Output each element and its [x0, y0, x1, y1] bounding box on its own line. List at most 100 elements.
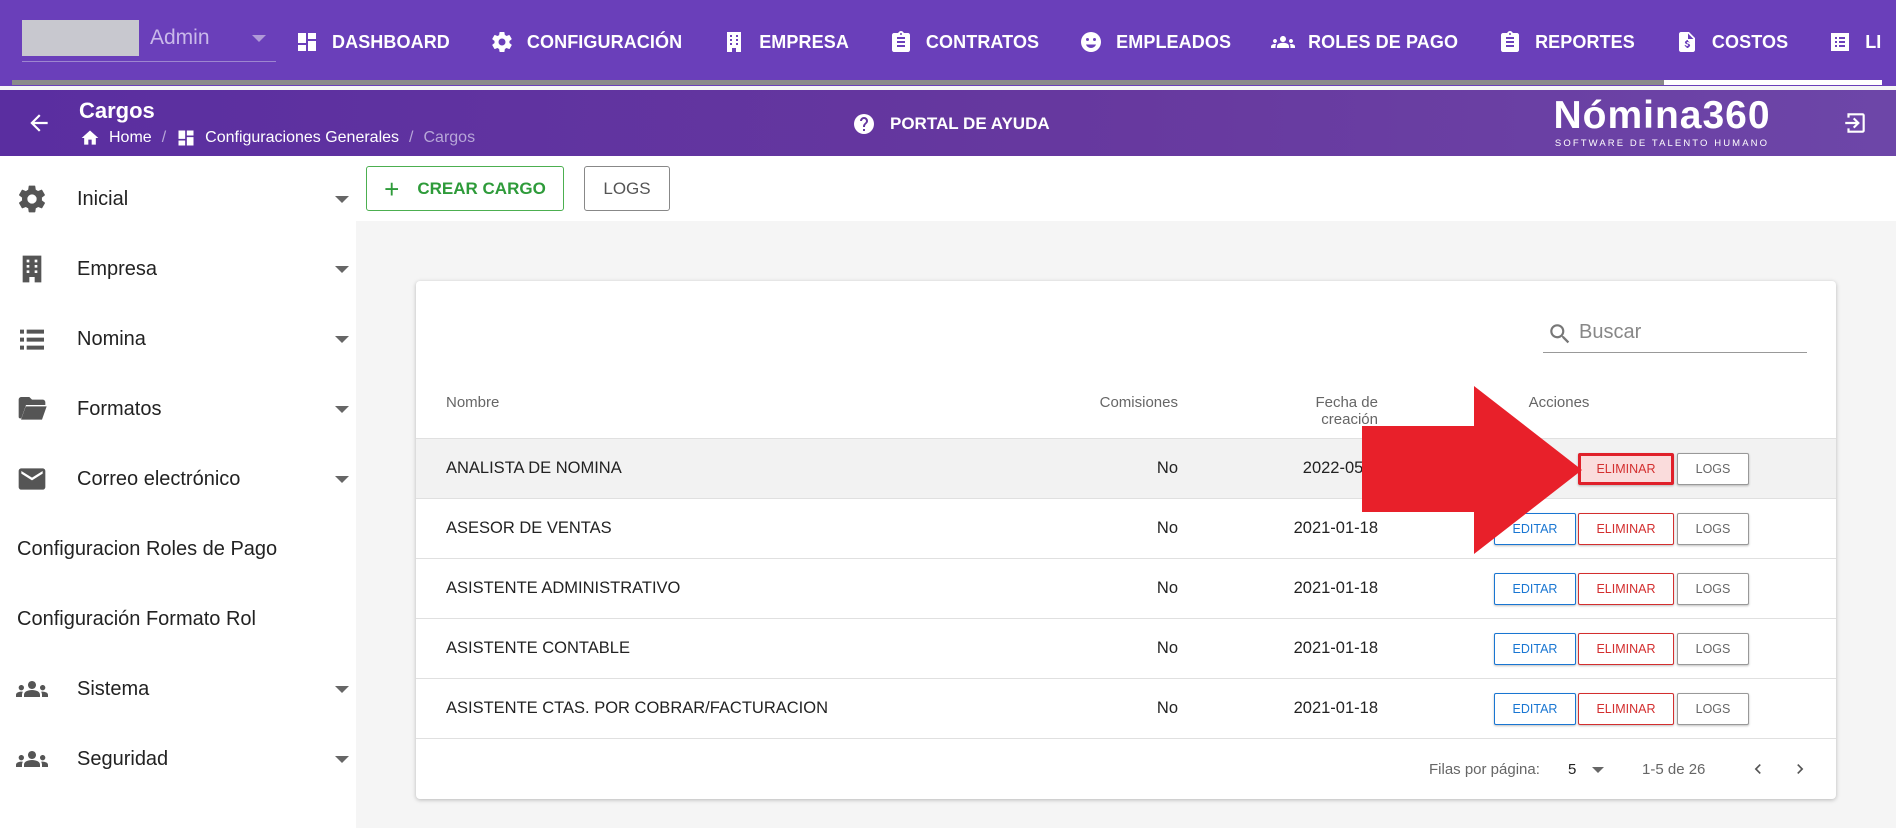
delete-button[interactable]: ELIMINAR: [1578, 453, 1674, 485]
breadcrumb-parent[interactable]: Configuraciones Generales: [205, 129, 399, 147]
cell-comisiones: No: [1156, 459, 1178, 477]
sidebar-item-correo[interactable]: Correo electrónico: [0, 451, 356, 507]
column-header-nombre[interactable]: Nombre: [446, 394, 499, 411]
edit-button[interactable]: EDITAR: [1494, 693, 1576, 725]
breadcrumb-separator: /: [409, 129, 414, 146]
nav-empleados[interactable]: EMPLEADOS: [1079, 30, 1231, 54]
sidebar-item-empresa[interactable]: Empresa: [0, 241, 356, 297]
cell-nombre: ASISTENTE CTAS. POR COBRAR/FACTURACION: [446, 699, 828, 717]
row-logs-button[interactable]: LOGS: [1677, 573, 1749, 605]
logs-button[interactable]: LOGS: [584, 166, 670, 211]
delete-button[interactable]: ELIMINAR: [1578, 513, 1674, 545]
cell-fecha: 2021-01-18: [1293, 699, 1378, 717]
cell-comisiones: No: [1156, 699, 1178, 717]
brand-tagline: SOFTWARE DE TALENTO HUMANO: [1554, 138, 1770, 149]
annotation-arrow: [1362, 386, 1582, 554]
company-select[interactable]: Admin: [22, 20, 276, 62]
sidebar-item-config-formato-rol[interactable]: Configuración Formato Rol: [0, 591, 356, 647]
gear-icon: [492, 32, 512, 53]
table-row[interactable]: ASESOR DE VENTAS No 2021-01-18 EDITAR EL…: [416, 499, 1836, 559]
nav-configuracion[interactable]: CONFIGURACIÓN: [490, 30, 682, 54]
next-page-button[interactable]: [1790, 759, 1810, 779]
group-icon: [15, 743, 48, 775]
sidebar-item-label: Configuracion Roles de Pago: [17, 537, 278, 560]
row-logs-button[interactable]: LOGS: [1677, 633, 1749, 665]
company-logo: [22, 20, 139, 56]
nav-label: EMPRESA: [759, 31, 849, 52]
nav-scrollbar-track[interactable]: [12, 80, 1882, 85]
search-icon: [1550, 324, 1570, 344]
edit-button[interactable]: EDITAR: [1494, 573, 1576, 605]
cell-comisiones: No: [1156, 639, 1178, 657]
row-logs-button[interactable]: LOGS: [1677, 453, 1749, 485]
sidebar-item-label: Sistema: [77, 677, 150, 700]
column-header-comisiones[interactable]: Comisiones: [1048, 394, 1178, 411]
sidebar-item-label: Configuración Formato Rol: [17, 607, 256, 630]
cell-fecha: 2021-01-18: [1293, 519, 1378, 537]
sidebar-item-nomina[interactable]: Nomina: [0, 311, 356, 367]
chevron-down-icon: [252, 35, 266, 42]
nav-contratos[interactable]: CONTRATOS: [889, 30, 1039, 54]
plus-icon: +: [384, 173, 400, 204]
search-input[interactable]: [1579, 317, 1799, 347]
back-button[interactable]: [26, 110, 52, 136]
building-icon: [727, 32, 742, 52]
nav-dashboard[interactable]: DASHBOARD: [295, 30, 450, 54]
sidebar-item-inicial[interactable]: Inicial: [0, 171, 356, 227]
nav-scrollbar-thumb[interactable]: [1664, 80, 1882, 85]
table-pagination: Filas por página: 5 1-5 de 26: [416, 739, 1836, 799]
company-name: Admin: [150, 26, 210, 49]
group-icon: [1271, 36, 1296, 48]
sidebar-item-sistema[interactable]: Sistema: [0, 661, 356, 717]
help-portal-link[interactable]: PORTAL DE AYUDA: [852, 112, 1050, 136]
page-title: Cargos: [79, 98, 155, 123]
sidebar-item-config-roles[interactable]: Configuracion Roles de Pago: [0, 521, 356, 577]
logout-button[interactable]: [1842, 110, 1868, 136]
create-cargo-button[interactable]: + CREAR CARGO: [366, 166, 564, 211]
cell-fecha: 2021-01-18: [1293, 639, 1378, 657]
cell-comisiones: No: [1156, 579, 1178, 597]
prev-page-button[interactable]: [1748, 759, 1768, 779]
nav-costos[interactable]: COSTOS: [1675, 30, 1788, 54]
top-nav-clip: Admin DASHBOARD CONFIGURACIÓN EMPRESA CO…: [0, 0, 1882, 86]
edit-button[interactable]: EDITAR: [1494, 633, 1576, 665]
mail-icon: [16, 463, 48, 495]
table-row[interactable]: ANALISTA DE NOMINA No 2022-05-1 ELIMINAR…: [416, 439, 1836, 499]
sidebar-item-seguridad[interactable]: Seguridad: [0, 731, 356, 787]
arrow-left-icon: [30, 114, 48, 132]
sidebar-item-label: Nomina: [77, 327, 146, 350]
table-row[interactable]: ASISTENTE CONTABLE No 2021-01-18 EDITAR …: [416, 619, 1836, 679]
chevron-right-icon: [1797, 764, 1804, 774]
folder-open-icon: [16, 393, 48, 425]
sidebar-item-label: Formatos: [77, 397, 162, 420]
sidebar-item-formatos[interactable]: Formatos: [0, 381, 356, 437]
dashboard-icon: [298, 33, 316, 51]
row-logs-button[interactable]: LOGS: [1677, 693, 1749, 725]
nav-label: ROLES DE PAGO: [1308, 31, 1459, 52]
nav-reportes[interactable]: REPORTES: [1498, 30, 1635, 54]
breadcrumb-home[interactable]: Home: [109, 129, 152, 147]
rows-per-page-select[interactable]: 5: [1568, 761, 1576, 778]
chevron-down-icon: [335, 475, 349, 483]
table-row[interactable]: ASISTENTE ADMINISTRATIVO No 2021-01-18 E…: [416, 559, 1836, 619]
search-field[interactable]: [1543, 311, 1807, 353]
select-underline: [22, 61, 276, 62]
chevron-down-icon[interactable]: [1592, 767, 1604, 773]
nav-empresa[interactable]: EMPRESA: [722, 30, 849, 54]
delete-button[interactable]: ELIMINAR: [1578, 633, 1674, 665]
chevron-down-icon: [335, 685, 349, 693]
delete-button[interactable]: ELIMINAR: [1578, 693, 1674, 725]
table-row[interactable]: ASISTENTE CTAS. POR COBRAR/FACTURACION N…: [416, 679, 1836, 739]
delete-button[interactable]: ELIMINAR: [1578, 573, 1674, 605]
column-header-fecha[interactable]: Fecha de creación: [1256, 394, 1378, 428]
gear-icon: [16, 183, 48, 215]
annotation-arrow-shape: [1362, 386, 1582, 554]
cell-comisiones: No: [1156, 519, 1178, 537]
nav-roles-de-pago[interactable]: ROLES DE PAGO: [1271, 30, 1458, 54]
row-logs-button[interactable]: LOGS: [1677, 513, 1749, 545]
list-icon: [1831, 33, 1850, 51]
nav-liquidaciones[interactable]: LIQUIDACIONE: [1828, 30, 1882, 54]
home-icon: [81, 130, 99, 145]
sidebar-item-label: Correo electrónico: [77, 467, 241, 490]
sidebar-item-label: Empresa: [77, 257, 158, 280]
